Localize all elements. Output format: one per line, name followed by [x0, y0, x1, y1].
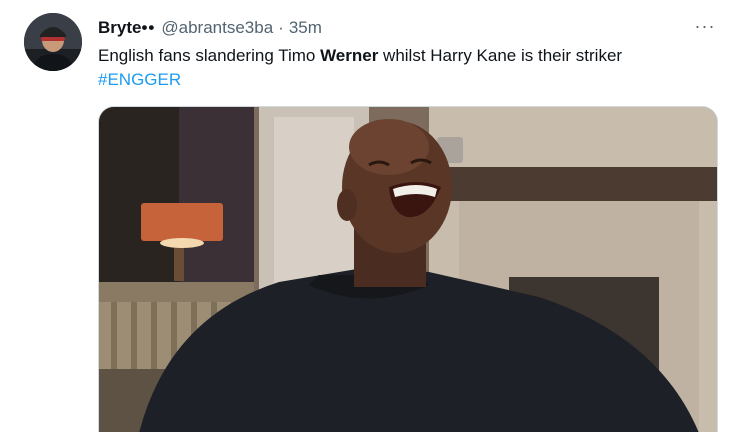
tweet-text: English fans slandering Timo Werner whil…	[98, 45, 718, 67]
handle[interactable]: @abrantse3ba	[161, 17, 273, 39]
tweet-text-part1: English fans slandering Timo	[98, 46, 321, 65]
tweet-text-part2: whilst Harry Kane is their striker	[378, 46, 623, 65]
avatar[interactable]	[24, 13, 82, 71]
more-options-icon[interactable]: ···	[694, 17, 716, 40]
profile-photo-icon	[24, 13, 82, 71]
display-name[interactable]: Bryte	[98, 17, 141, 39]
name-badge: ••	[141, 18, 156, 37]
timestamp[interactable]: 35m	[289, 17, 322, 39]
separator: ·	[278, 18, 284, 37]
laughing-man-photo-icon	[99, 107, 717, 432]
hashtag-link[interactable]: #ENGGER	[98, 69, 181, 91]
tweet-header: Bryte •• @abrantse3ba · 35m	[98, 17, 322, 39]
tweet[interactable]: Bryte •• @abrantse3ba · 35m ··· English …	[0, 0, 740, 432]
tweet-text-bold: Werner	[320, 46, 379, 65]
tweet-media[interactable]	[98, 106, 718, 432]
